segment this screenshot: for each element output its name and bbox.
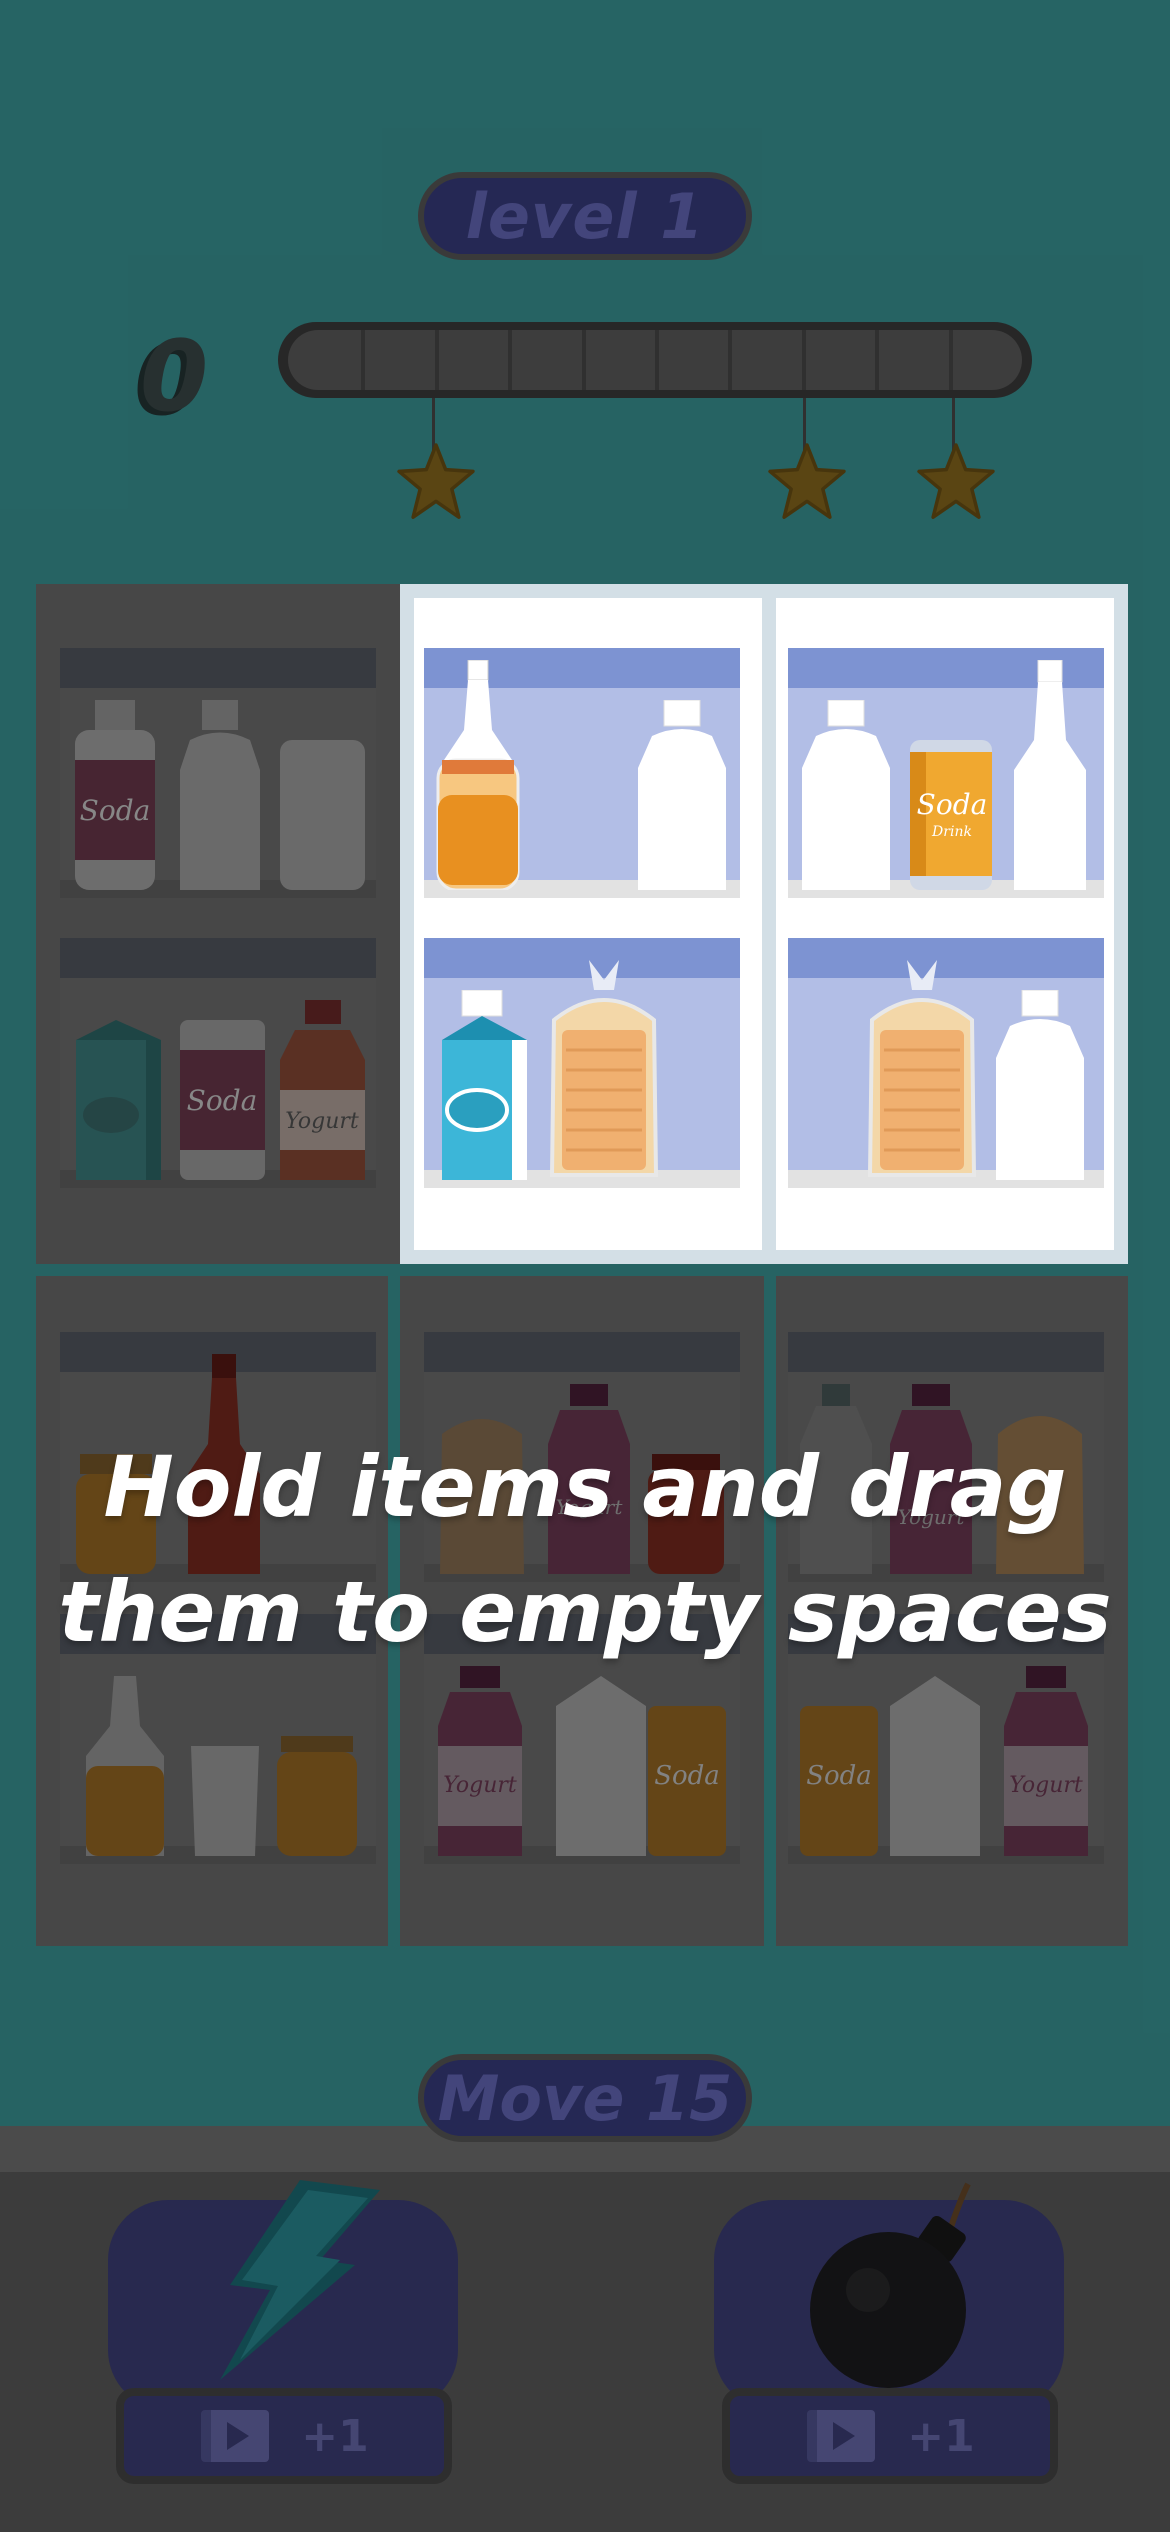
bread-loaf-item[interactable] bbox=[862, 960, 982, 1180]
score-counter: 0 bbox=[140, 320, 209, 434]
shelf-cabinet-active[interactable]: Soda Drink bbox=[776, 584, 1128, 1264]
shelf-slot[interactable] bbox=[424, 648, 740, 898]
shelf-slot[interactable]: Soda Yogurt bbox=[60, 938, 376, 1188]
milk-carton-item[interactable] bbox=[546, 1676, 656, 1856]
hint-line-1: Hold items and drag bbox=[103, 1438, 1067, 1536]
bread-loaf-item[interactable] bbox=[544, 960, 664, 1180]
progress-segment-divider bbox=[728, 330, 733, 390]
lightning-icon[interactable] bbox=[180, 2170, 400, 2390]
shelf-slot[interactable] bbox=[424, 938, 740, 1188]
yogurt-bottle-item[interactable]: Yogurt bbox=[275, 1000, 370, 1180]
milk-bottle-item[interactable] bbox=[170, 700, 270, 890]
bomb-watch-ad-button[interactable]: +1 bbox=[722, 2388, 1058, 2484]
bomb-reward: +1 bbox=[907, 2410, 975, 2462]
yogurt-label: Yogurt bbox=[1009, 1773, 1083, 1798]
shelf-slot[interactable]: Soda Drink bbox=[788, 648, 1104, 898]
soda-label: Soda bbox=[80, 794, 151, 827]
progress-bar bbox=[278, 322, 1032, 398]
soda-can-item[interactable]: Soda bbox=[70, 700, 160, 890]
star-icon bbox=[397, 443, 475, 519]
juice-jar-item[interactable] bbox=[275, 1736, 359, 1856]
soda-label: Soda bbox=[917, 788, 988, 821]
progress-segment-divider bbox=[875, 330, 880, 390]
video-play-icon bbox=[201, 2410, 270, 2462]
lightning-reward: +1 bbox=[301, 2410, 369, 2462]
progress-track bbox=[288, 330, 1022, 390]
progress-segment-divider bbox=[361, 330, 366, 390]
move-label: Move 15 bbox=[437, 2061, 733, 2135]
hint-line-2: them to empty spaces bbox=[58, 1563, 1112, 1661]
milk-bottle-item[interactable] bbox=[992, 990, 1088, 1180]
progress-segment-divider bbox=[801, 330, 806, 390]
milk-carton-item[interactable] bbox=[66, 1020, 166, 1180]
soda-can-item[interactable]: Soda bbox=[796, 1706, 882, 1856]
soda-label: Soda bbox=[654, 1761, 720, 1791]
progress-segment-divider bbox=[655, 330, 659, 390]
juice-bottle-item[interactable] bbox=[432, 660, 524, 890]
star-icon bbox=[917, 443, 995, 519]
progress-segment-divider bbox=[508, 330, 513, 390]
lightning-watch-ad-button[interactable]: +1 bbox=[116, 2388, 452, 2484]
soda-can-item[interactable]: Soda bbox=[644, 1706, 730, 1856]
soda-label: Soda bbox=[806, 1761, 872, 1791]
milk-carton-item[interactable] bbox=[432, 990, 532, 1180]
yogurt-bottle-item[interactable]: Yogurt bbox=[1000, 1666, 1092, 1856]
progress-segment-divider bbox=[434, 330, 439, 390]
glass-bottle-item[interactable] bbox=[1010, 660, 1090, 890]
milk-bottle-item[interactable] bbox=[798, 700, 894, 890]
soda-can-item[interactable]: Soda Drink bbox=[906, 740, 996, 890]
cup-item[interactable] bbox=[185, 1746, 265, 1856]
shelf-slot[interactable]: Soda bbox=[60, 648, 376, 898]
move-counter: Move 15 bbox=[418, 2054, 752, 2142]
yogurt-label: Yogurt bbox=[285, 1109, 359, 1134]
star-icon bbox=[768, 443, 846, 519]
yogurt-bottle-item[interactable]: Yogurt bbox=[434, 1666, 526, 1856]
milk-carton-item[interactable] bbox=[880, 1676, 990, 1856]
level-badge: level 1 bbox=[418, 172, 752, 260]
jar-item[interactable] bbox=[275, 740, 370, 890]
bomb-icon[interactable] bbox=[800, 2180, 1000, 2390]
progress-segment-divider bbox=[948, 330, 953, 390]
shelf-slot[interactable] bbox=[788, 938, 1104, 1188]
juice-bottle-item[interactable] bbox=[80, 1676, 170, 1856]
soda-label: Soda bbox=[187, 1084, 258, 1117]
soda-can-item[interactable]: Soda bbox=[175, 1020, 270, 1180]
video-play-icon bbox=[807, 2410, 876, 2462]
tutorial-hint: Hold items and drag them to empty spaces bbox=[0, 1425, 1170, 1675]
drink-label: Drink bbox=[931, 824, 972, 840]
progress-segment-divider bbox=[581, 330, 586, 390]
milk-bottle-item[interactable] bbox=[634, 700, 730, 890]
yogurt-label: Yogurt bbox=[443, 1773, 517, 1798]
level-label: level 1 bbox=[465, 179, 705, 253]
shelf-cabinet-active[interactable] bbox=[400, 584, 776, 1264]
shelf-cabinet[interactable]: Soda Soda Yogurt bbox=[36, 584, 400, 1264]
